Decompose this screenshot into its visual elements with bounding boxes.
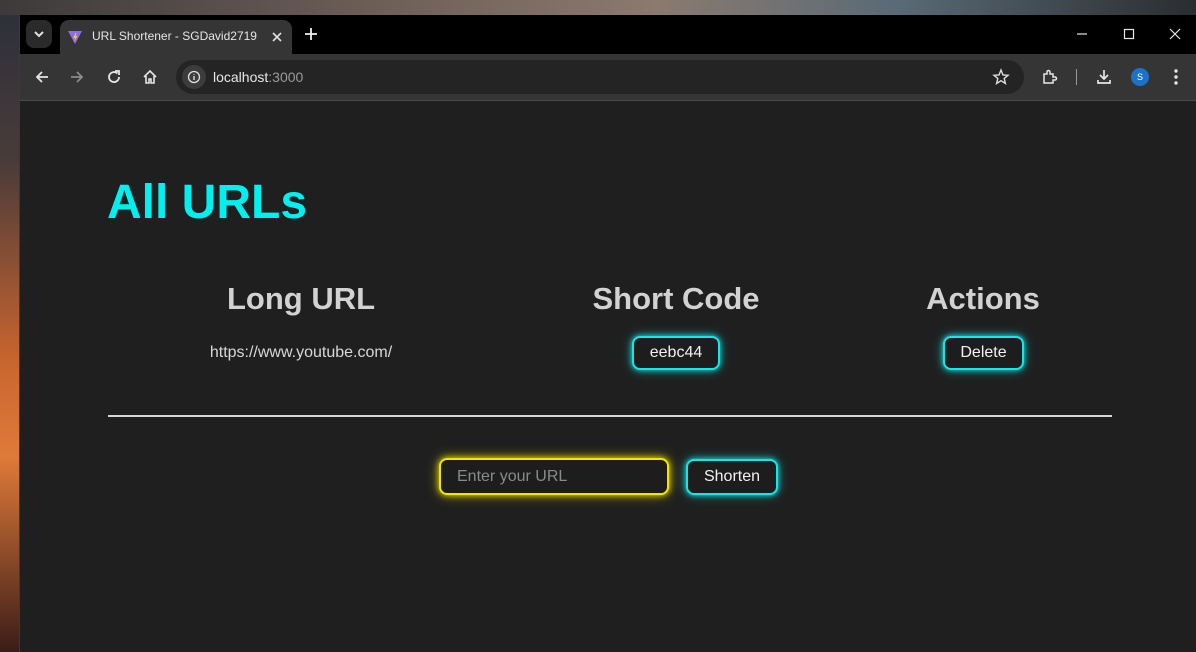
shorten-button[interactable]: Shorten xyxy=(686,459,778,495)
desktop-background-top xyxy=(0,0,1196,15)
page-content: All URLs Long URL Short Code Actions htt… xyxy=(20,101,1196,652)
new-tab-icon[interactable] xyxy=(303,26,319,42)
reload-icon xyxy=(108,70,120,83)
url-input[interactable] xyxy=(439,458,669,495)
download-icon xyxy=(1097,70,1111,84)
tab-title: URL Shortener - SGDavid2719 xyxy=(92,29,257,43)
back-icon xyxy=(35,71,48,83)
address-bar[interactable]: localhost:3000 xyxy=(176,60,1024,94)
back-button[interactable] xyxy=(32,67,52,87)
site-info-button[interactable] xyxy=(182,65,206,89)
maximize-icon[interactable] xyxy=(1121,26,1137,42)
reload-button[interactable] xyxy=(104,67,124,87)
star-icon[interactable] xyxy=(992,68,1010,86)
tab-strip: URL Shortener - SGDavid2719 xyxy=(20,15,1196,54)
delete-button[interactable]: Delete xyxy=(943,336,1024,370)
close-icon[interactable] xyxy=(270,30,284,44)
home-icon xyxy=(143,69,157,84)
url-host: localhost xyxy=(213,69,269,85)
extensions-icon xyxy=(1043,69,1058,84)
downloads-button[interactable] xyxy=(1094,67,1114,87)
forward-icon xyxy=(71,71,84,83)
home-button[interactable] xyxy=(140,67,160,87)
browser-toolbar: localhost:3000 S xyxy=(20,54,1196,101)
extensions-button[interactable] xyxy=(1040,67,1060,87)
long-url-cell: https://www.youtube.com/ xyxy=(209,344,393,361)
window-close-icon[interactable] xyxy=(1167,26,1183,42)
address-text: localhost:3000 xyxy=(213,69,303,85)
info-icon xyxy=(187,70,201,84)
column-header-long-url: Long URL xyxy=(226,281,376,316)
short-code-button[interactable]: eebc44 xyxy=(632,336,720,370)
forward-button[interactable] xyxy=(67,67,87,87)
url-port: :3000 xyxy=(268,69,304,85)
menu-icon xyxy=(1174,69,1178,85)
browser-window: URL Shortener - SGDavid2719 localhost:30… xyxy=(19,15,1196,652)
tab-search-icon xyxy=(34,31,44,38)
browser-menu-button[interactable] xyxy=(1166,67,1186,87)
column-header-actions: Actions xyxy=(926,281,1040,316)
vite-favicon-icon xyxy=(68,31,82,44)
column-header-short-code: Short Code xyxy=(592,281,760,316)
page-title: All URLs xyxy=(107,176,308,229)
divider xyxy=(108,415,1112,417)
desktop-background xyxy=(0,0,20,652)
minimize-icon[interactable] xyxy=(1074,26,1090,42)
tab-search-button[interactable] xyxy=(26,20,52,48)
toolbar-separator xyxy=(1076,69,1077,85)
profile-avatar[interactable]: S xyxy=(1131,68,1149,86)
browser-tab[interactable]: URL Shortener - SGDavid2719 xyxy=(60,20,292,54)
